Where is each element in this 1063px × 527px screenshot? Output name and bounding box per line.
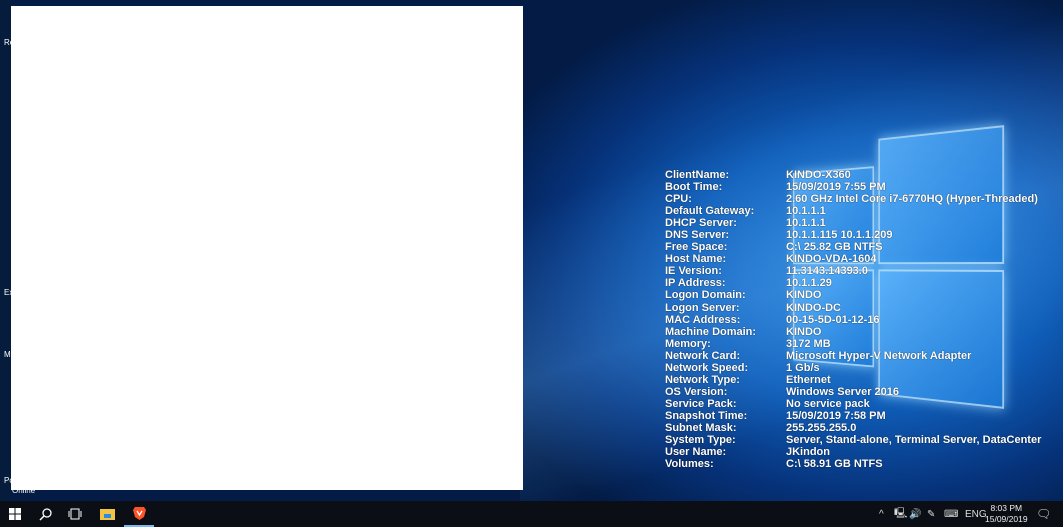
bginfo-label: Boot Time: bbox=[665, 181, 723, 194]
bginfo-label: User Name: bbox=[665, 446, 727, 459]
bginfo-value: KINDO bbox=[786, 289, 822, 302]
pen-icon[interactable]: ✎ bbox=[927, 501, 935, 527]
desktop-icon-label[interactable]: M bbox=[4, 350, 11, 359]
bginfo-row: Default Gateway: 10.1.1.1 bbox=[665, 205, 1041, 217]
bginfo-row: Subnet Mask: 255.255.255.0 bbox=[665, 422, 1041, 434]
bginfo-value: 255.255.255.0 bbox=[786, 421, 857, 434]
clock[interactable]: 8:03 PM 15/09/2019 bbox=[985, 503, 1028, 525]
bginfo-row: Boot Time: 15/09/2019 7:55 PM bbox=[665, 181, 1041, 193]
blank-application-window[interactable] bbox=[11, 6, 523, 490]
bginfo-value: 10.1.1.115 10.1.1.209 bbox=[786, 229, 893, 242]
bginfo-value: C:\ 58.91 GB NTFS bbox=[786, 458, 883, 471]
action-center-icon[interactable]: 🗨 bbox=[1036, 501, 1051, 527]
bginfo-value: KINDO-VDA-1604 bbox=[786, 253, 877, 266]
bginfo-label: DNS Server: bbox=[665, 229, 730, 242]
bginfo-row: IE Version: 11.3143.14393.0 bbox=[665, 265, 1041, 277]
bginfo-label: IE Version: bbox=[665, 265, 722, 278]
bginfo-value: KINDO-DC bbox=[786, 301, 841, 314]
bginfo-label: Volumes: bbox=[665, 458, 714, 471]
taskbar: ^ 🖳 🔊 ✎ ⌨ ENG 8:03 PM 15/09/2019 🗨 bbox=[0, 501, 1063, 527]
bginfo-label: ClientName: bbox=[665, 169, 730, 181]
bginfo-label: Host Name: bbox=[665, 253, 727, 266]
bginfo-value: Windows Server 2016 bbox=[786, 385, 900, 398]
bginfo-row: Logon Server: KINDO-DC bbox=[665, 302, 1041, 314]
bginfo-value: 15/09/2019 7:58 PM bbox=[786, 409, 886, 422]
bginfo-label: Subnet Mask: bbox=[665, 421, 737, 434]
bginfo-row: Snapshot Time: 15/09/2019 7:58 PM bbox=[665, 410, 1041, 422]
bginfo-label: OS Version: bbox=[665, 385, 728, 398]
bginfo-row: Network Speed: 1 Gb/s bbox=[665, 362, 1041, 374]
bginfo-row: CPU: 2.60 GHz Intel Core i7-6770HQ (Hyper… bbox=[665, 193, 1041, 205]
bginfo-row: Machine Domain: KINDO bbox=[665, 326, 1041, 338]
clock-date: 15/09/2019 bbox=[985, 514, 1028, 524]
bginfo-row: Service Pack: No service pack bbox=[665, 398, 1041, 410]
search-icon[interactable] bbox=[30, 501, 60, 527]
bginfo-row: IP Address: 10.1.1.29 bbox=[665, 277, 1041, 289]
bginfo-row: DNS Server: 10.1.1.115 10.1.1.209 bbox=[665, 229, 1041, 241]
bginfo-panel: ClientName: KINDO-X360 Boot Time: 15/09/201… bbox=[665, 169, 1041, 470]
bginfo-value: KINDO-X360 bbox=[786, 169, 851, 181]
bginfo-value: Microsoft Hyper-V Network Adapter bbox=[786, 349, 972, 362]
bginfo-value: 2.60 GHz Intel Core i7-6770HQ (Hyper-Thr… bbox=[786, 193, 1038, 206]
windows-start-icon[interactable] bbox=[0, 501, 30, 527]
bginfo-row: Volumes: C:\ 58.91 GB NTFS bbox=[665, 458, 1041, 470]
bginfo-row: MAC Address: 00-15-5D-01-12-16 bbox=[665, 314, 1041, 326]
bginfo-value: 3172 MB bbox=[786, 337, 831, 350]
bginfo-row: Network Type: Ethernet bbox=[665, 374, 1041, 386]
bginfo-label: Logon Server: bbox=[665, 301, 740, 314]
bginfo-label: System Type: bbox=[665, 434, 736, 447]
bginfo-value: C:\ 25.82 GB NTFS bbox=[786, 241, 883, 254]
bginfo-label: IP Address: bbox=[665, 277, 726, 290]
task-view-icon[interactable] bbox=[60, 501, 90, 527]
bginfo-value: No service pack bbox=[786, 397, 870, 410]
bginfo-value: 11.3143.14393.0 bbox=[786, 265, 868, 278]
bginfo-row: OS Version: Windows Server 2016 bbox=[665, 386, 1041, 398]
bginfo-row: Free Space: C:\ 25.82 GB NTFS bbox=[665, 241, 1041, 253]
bginfo-label: DHCP Server: bbox=[665, 217, 737, 230]
desktop-icons-strip bbox=[0, 0, 11, 501]
bginfo-row: ClientName: KINDO-X360 bbox=[665, 169, 1041, 181]
bginfo-value: 10.1.1.29 bbox=[786, 277, 832, 290]
keyboard-icon[interactable]: ⌨ bbox=[944, 501, 958, 527]
bginfo-row: Network Card: Microsoft Hyper-V Network A… bbox=[665, 350, 1041, 362]
network-icon[interactable]: 🖳 bbox=[894, 501, 907, 527]
bginfo-row: Host Name: KINDO-VDA-1604 bbox=[665, 253, 1041, 265]
volume-icon[interactable]: 🔊 bbox=[909, 501, 921, 527]
bginfo-value: JKindon bbox=[786, 446, 830, 459]
bginfo-label: Free Space: bbox=[665, 241, 728, 254]
file-explorer-icon[interactable] bbox=[92, 501, 122, 527]
bginfo-label: Network Speed: bbox=[665, 361, 749, 374]
bginfo-value: 10.1.1.1 bbox=[786, 205, 826, 218]
bginfo-value: Server, Stand-alone, Terminal Server, Da… bbox=[786, 434, 1042, 447]
bginfo-row: Memory: 3172 MB bbox=[665, 338, 1041, 350]
bginfo-value: 15/09/2019 7:55 PM bbox=[786, 181, 886, 194]
bginfo-label: Network Type: bbox=[665, 373, 740, 386]
brave-browser-icon[interactable] bbox=[124, 501, 154, 527]
bginfo-label: MAC Address: bbox=[665, 313, 741, 326]
clock-time: 8:03 PM bbox=[990, 503, 1023, 513]
bginfo-value: KINDO bbox=[786, 325, 822, 338]
bginfo-row: DHCP Server: 10.1.1.1 bbox=[665, 217, 1041, 229]
bginfo-value: 10.1.1.1 bbox=[786, 217, 826, 230]
bginfo-label: Service Pack: bbox=[665, 397, 737, 410]
bginfo-label: Network Card: bbox=[665, 349, 741, 362]
bginfo-label: Snapshot Time: bbox=[665, 409, 748, 422]
bginfo-label: Memory: bbox=[665, 337, 711, 350]
bginfo-value: 00-15-5D-01-12-16 bbox=[786, 313, 880, 326]
bginfo-row: User Name: JKindon bbox=[665, 446, 1041, 458]
bginfo-row: System Type: Server, Stand-alone, Termina… bbox=[665, 434, 1041, 446]
bginfo-label: CPU: bbox=[665, 193, 692, 206]
bginfo-value: 1 Gb/s bbox=[786, 361, 820, 374]
bginfo-row: Logon Domain: KINDO bbox=[665, 289, 1041, 301]
bginfo-label: Logon Domain: bbox=[665, 289, 746, 302]
show-hidden-icons-chevron-icon[interactable]: ^ bbox=[879, 501, 884, 527]
bginfo-label: Default Gateway: bbox=[665, 205, 755, 218]
language-indicator[interactable]: ENG bbox=[965, 501, 987, 527]
bginfo-label: Machine Domain: bbox=[665, 325, 757, 338]
bginfo-value: Ethernet bbox=[786, 373, 831, 386]
